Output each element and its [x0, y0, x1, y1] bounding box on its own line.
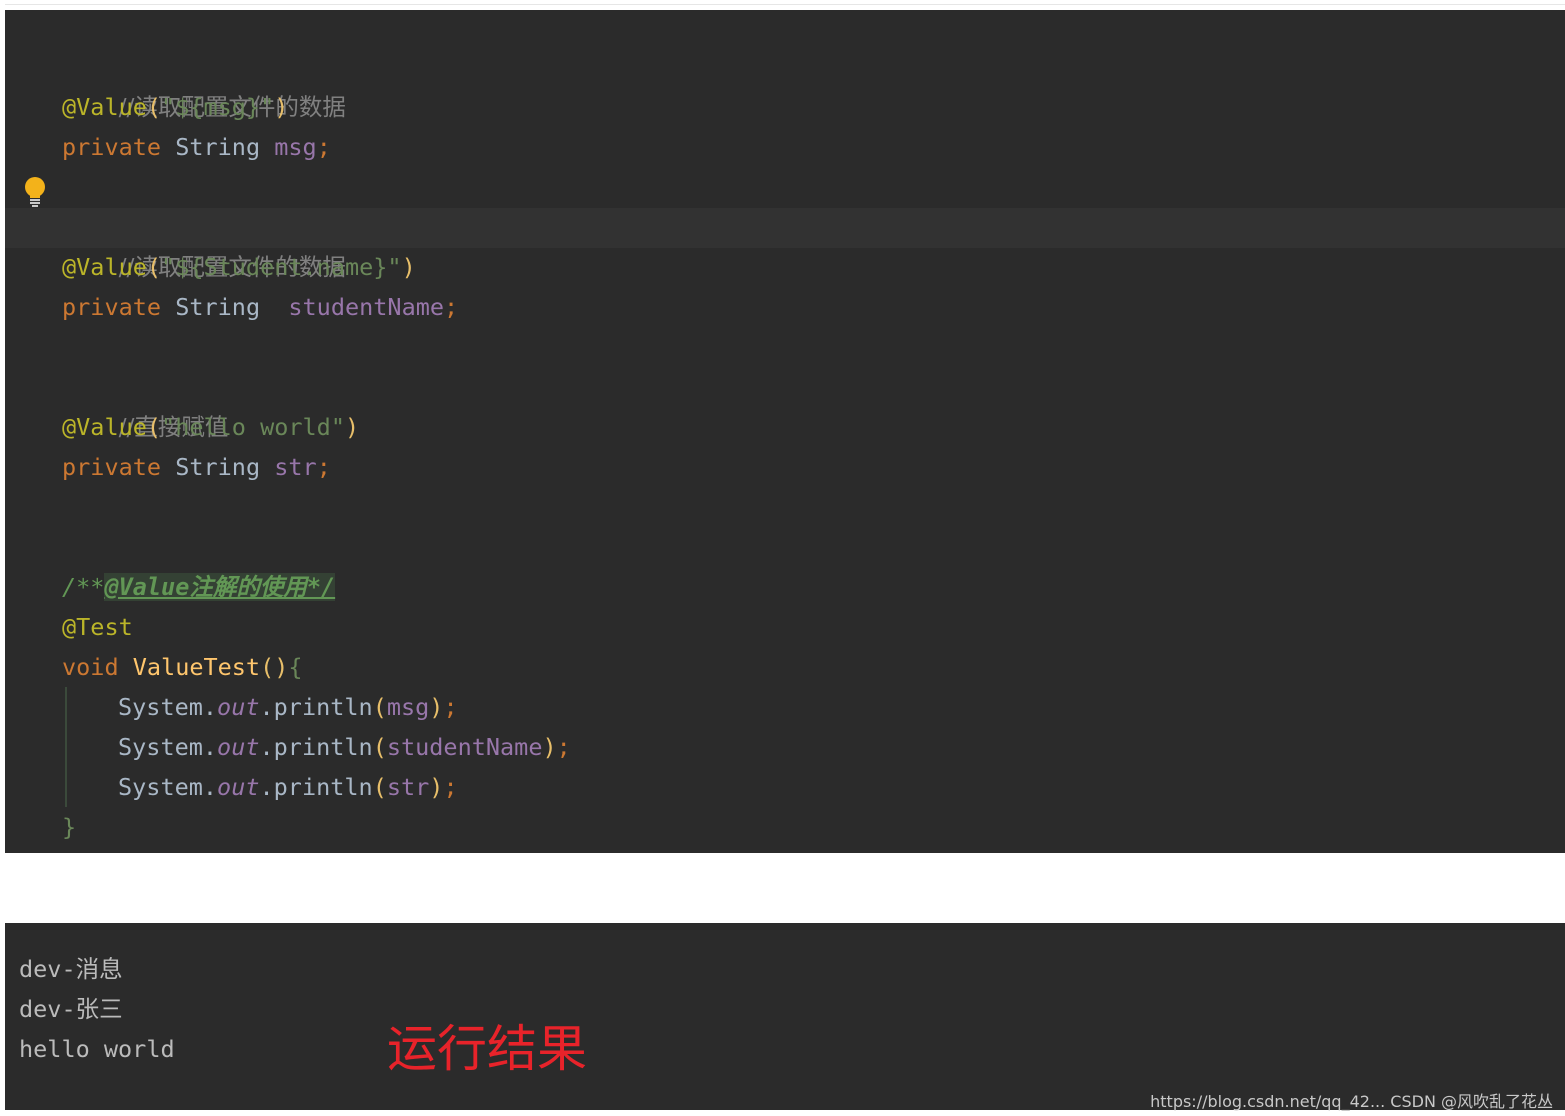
indent-guide: [65, 687, 67, 807]
keyword: private: [62, 293, 162, 321]
semicolon: ;: [444, 293, 459, 321]
paren: (: [146, 93, 162, 121]
console-output-line: dev-消息: [19, 955, 123, 983]
class-name: System: [118, 773, 203, 801]
annotation: @Value: [62, 253, 147, 281]
code-line: @Value("hello world"): [62, 407, 359, 447]
type-name: String: [175, 133, 261, 161]
dot: .: [202, 773, 218, 801]
class-name: System: [118, 693, 203, 721]
code-line: //直接赋值: [62, 367, 229, 441]
field-name: studentName: [288, 293, 445, 321]
code-editor[interactable]: //读取配置文件的数据 @Value("${msg}") private Str…: [5, 10, 1565, 853]
code-line: System.out.println(msg);: [118, 687, 458, 727]
semicolon: ;: [316, 453, 331, 481]
code-line: void ValueTest(){: [62, 647, 303, 687]
code-line: //读取配置文件的数据: [62, 47, 346, 121]
class-name: System: [118, 733, 203, 761]
doc-comment-start: /**: [62, 573, 105, 601]
static-field: out: [217, 693, 260, 721]
field-name: msg: [274, 133, 317, 161]
run-console[interactable]: dev-消息 dev-张三 hello world 运行结果: [5, 923, 1565, 1110]
argument: str: [386, 773, 430, 801]
brace: }: [62, 813, 77, 841]
string-literal: "${Student.name}": [161, 253, 402, 281]
paren: ): [344, 413, 360, 441]
paren: ): [429, 773, 444, 801]
argument: msg: [386, 693, 430, 721]
paren: (: [372, 693, 387, 721]
paren: (): [260, 653, 289, 681]
brace: {: [288, 653, 303, 681]
dot: .: [202, 733, 218, 761]
semicolon: ;: [443, 693, 458, 721]
semicolon: ;: [556, 733, 571, 761]
code-line: System.out.println(str);: [118, 767, 458, 807]
keyword: private: [62, 453, 162, 481]
code-line: System.out.println(studentName);: [118, 727, 571, 767]
code-line: //读取配置文件的数据: [62, 207, 346, 281]
paren: (: [146, 413, 162, 441]
paren: ): [401, 253, 416, 281]
method-call: .println: [259, 693, 373, 721]
code-line: @Value("${Student.name}"): [62, 247, 416, 287]
paren: ): [542, 733, 557, 761]
paren: ): [429, 693, 444, 721]
paren: ): [274, 93, 289, 121]
method-call: .println: [259, 733, 373, 761]
console-output-line: dev-张三: [19, 995, 123, 1023]
method-name: ValueTest: [132, 653, 261, 681]
paren: (: [146, 253, 162, 281]
string-literal: "hello world": [161, 413, 345, 441]
type-name: String: [175, 453, 261, 481]
keyword: void: [62, 653, 119, 681]
static-field: out: [217, 773, 260, 801]
semicolon: ;: [443, 773, 458, 801]
top-divider: [0, 4, 1565, 5]
code-line: private String msg;: [62, 127, 331, 167]
paren: (: [372, 773, 387, 801]
string-literal: "${msg}": [161, 93, 275, 121]
field-name: str: [274, 453, 317, 481]
console-output-line: hello world: [19, 1035, 175, 1063]
dot: .: [202, 693, 218, 721]
code-line: }: [62, 807, 76, 847]
annotation: @Test: [62, 613, 133, 641]
code-line: @Test: [62, 607, 133, 647]
type-name: String: [175, 293, 261, 321]
static-field: out: [217, 733, 260, 761]
code-line: private String str;: [62, 447, 331, 487]
code-line: @Value("${msg}"): [62, 87, 288, 127]
lightbulb-icon[interactable]: [23, 176, 47, 208]
doc-comment-highlight: @Value注解的使用*/: [104, 573, 336, 601]
keyword: private: [62, 133, 162, 161]
annotation: @Value: [62, 413, 147, 441]
argument: studentName: [386, 733, 543, 761]
method-call: .println: [259, 773, 373, 801]
annotation: @Value: [62, 93, 147, 121]
paren: (: [372, 733, 387, 761]
code-line: /**@Value注解的使用*/: [62, 567, 336, 607]
code-line: private String studentName;: [62, 287, 458, 327]
watermark: https://blog.csdn.net/qq_42... CSDN @风吹乱…: [1150, 1092, 1553, 1111]
run-result-label: 运行结果: [387, 1020, 587, 1078]
semicolon: ;: [316, 133, 331, 161]
